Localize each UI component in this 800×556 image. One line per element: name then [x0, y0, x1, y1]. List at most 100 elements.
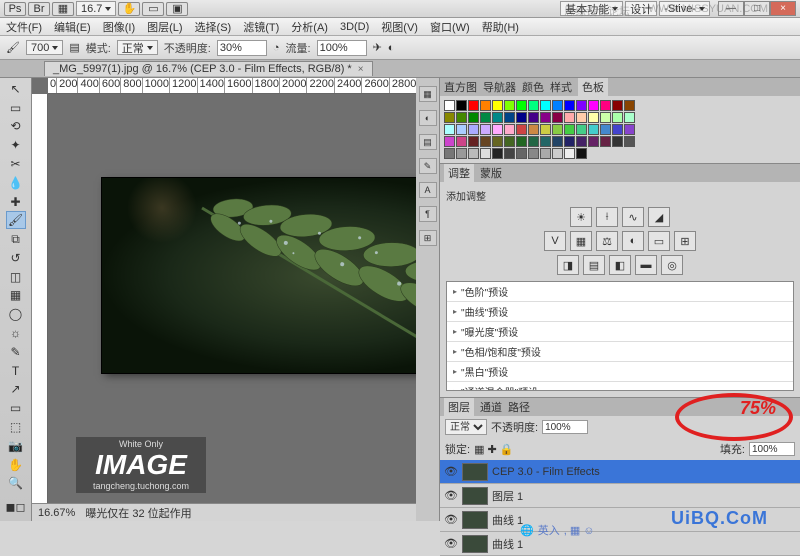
tab-layers[interactable]: 图层: [444, 398, 474, 416]
swatch[interactable]: [552, 136, 563, 147]
zoom-tool[interactable]: 🔍: [6, 474, 26, 492]
pressure-opacity-icon[interactable]: ◔: [273, 42, 280, 54]
preset-item[interactable]: "曲线"预设: [447, 302, 793, 322]
tab-close-icon[interactable]: ×: [358, 64, 364, 75]
swatch[interactable]: [576, 148, 587, 159]
minibridge-icon[interactable]: ▦: [52, 2, 74, 16]
flow-input[interactable]: [317, 40, 367, 56]
swatch[interactable]: [624, 112, 635, 123]
swatch[interactable]: [456, 112, 467, 123]
lock-icons[interactable]: ▦ ✚ 🔒: [474, 443, 513, 456]
adj-threshold-icon[interactable]: ◧: [609, 255, 631, 275]
swatch[interactable]: [540, 124, 551, 135]
wand-tool[interactable]: ✦: [6, 136, 26, 154]
document-tab[interactable]: _MG_5997(1).jpg @ 16.7% (CEP 3.0 - Film …: [44, 61, 373, 76]
adj-hue-icon[interactable]: ▦: [570, 231, 592, 251]
fill-input[interactable]: [749, 442, 795, 456]
adj-curves-icon[interactable]: ∿: [622, 207, 644, 227]
swatch[interactable]: [612, 124, 623, 135]
menu-help[interactable]: 帮助(H): [482, 19, 519, 35]
menu-layer[interactable]: 图层(L): [147, 19, 182, 35]
visibility-icon[interactable]: 👁: [444, 513, 458, 526]
layer-row[interactable]: 👁图层 1: [440, 484, 800, 508]
layer-blend-select[interactable]: 正常: [445, 419, 487, 435]
swatch[interactable]: [480, 148, 491, 159]
swatch[interactable]: [444, 136, 455, 147]
preset-item[interactable]: "色阶"预设: [447, 282, 793, 302]
visibility-icon[interactable]: 👁: [444, 465, 458, 478]
swatch[interactable]: [552, 112, 563, 123]
swatch[interactable]: [468, 112, 479, 123]
swatch[interactable]: [600, 100, 611, 111]
tab-swatches[interactable]: 色板: [578, 78, 608, 96]
adj-photo-icon[interactable]: ▭: [648, 231, 670, 251]
strip-icon-7[interactable]: ⊞: [419, 230, 437, 246]
swatch[interactable]: [504, 148, 515, 159]
type-tool[interactable]: T: [6, 362, 26, 380]
swatch[interactable]: [588, 100, 599, 111]
tab-color[interactable]: 颜色: [522, 79, 544, 95]
strip-icon-4[interactable]: ✎: [419, 158, 437, 174]
swatch[interactable]: [480, 136, 491, 147]
swatch[interactable]: [624, 100, 635, 111]
swatch[interactable]: [504, 136, 515, 147]
swatch[interactable]: [540, 136, 551, 147]
strip-icon-6[interactable]: ¶: [419, 206, 437, 222]
menu-analysis[interactable]: 分析(A): [291, 19, 328, 35]
preset-item[interactable]: "曝光度"预设: [447, 322, 793, 342]
move-tool[interactable]: ↖: [6, 80, 26, 98]
bridge-icon[interactable]: Br: [28, 2, 50, 16]
swatch[interactable]: [540, 100, 551, 111]
swatch[interactable]: [444, 148, 455, 159]
swatch[interactable]: [468, 124, 479, 135]
layer-row[interactable]: 👁CEP 3.0 - Film Effects: [440, 460, 800, 484]
swatch[interactable]: [576, 136, 587, 147]
swatch[interactable]: [492, 148, 503, 159]
stamp-tool[interactable]: ⧉: [6, 230, 26, 248]
ps-icon[interactable]: Ps: [4, 2, 26, 16]
swatch[interactable]: [540, 112, 551, 123]
tab-styles[interactable]: 样式: [550, 79, 572, 95]
swatch[interactable]: [564, 100, 575, 111]
swatch[interactable]: [480, 112, 491, 123]
swatch[interactable]: [576, 124, 587, 135]
swatch[interactable]: [504, 100, 515, 111]
swatch[interactable]: [600, 136, 611, 147]
swatch[interactable]: [624, 136, 635, 147]
swatch[interactable]: [468, 100, 479, 111]
swatch[interactable]: [564, 112, 575, 123]
swatch[interactable]: [588, 136, 599, 147]
adj-brightness-icon[interactable]: ☀: [570, 207, 592, 227]
history-brush-tool[interactable]: ↺: [6, 249, 26, 267]
hand-icon[interactable]: ✋: [118, 2, 140, 16]
preset-item[interactable]: "黑白"预设: [447, 362, 793, 382]
swatch[interactable]: [552, 148, 563, 159]
swatch[interactable]: [528, 124, 539, 135]
swatch[interactable]: [564, 148, 575, 159]
blend-mode-select[interactable]: 正常: [117, 40, 158, 55]
strip-icon-1[interactable]: ▦: [419, 86, 437, 102]
crop-tool[interactable]: ✂: [6, 155, 26, 173]
menu-filter[interactable]: 滤镜(T): [243, 19, 279, 35]
swatch[interactable]: [468, 136, 479, 147]
strip-icon-5[interactable]: A: [419, 182, 437, 198]
preset-item[interactable]: "色相/饱和度"预设: [447, 342, 793, 362]
layer-row[interactable]: 👁曲线 1: [440, 532, 800, 556]
ime-indicator[interactable]: 🌐英入, ▦ ☺: [520, 522, 595, 538]
swatch[interactable]: [588, 112, 599, 123]
pressure-size-icon[interactable]: ◐: [388, 42, 395, 54]
strip-icon-2[interactable]: ◐: [419, 110, 437, 126]
airbrush-icon[interactable]: ✈: [373, 41, 382, 54]
adj-bw-icon[interactable]: ◐: [622, 231, 644, 251]
adj-gradient-icon[interactable]: ▬: [635, 255, 657, 275]
opacity-input[interactable]: [217, 40, 267, 56]
color-swap[interactable]: ◼◻: [6, 493, 26, 521]
blur-tool[interactable]: ◯: [6, 305, 26, 323]
swatch[interactable]: [480, 124, 491, 135]
path-tool[interactable]: ↗: [6, 381, 26, 399]
tab-paths[interactable]: 路径: [508, 399, 530, 415]
swatch[interactable]: [504, 112, 515, 123]
marquee-tool[interactable]: ▭: [6, 99, 26, 117]
eyedropper-tool[interactable]: 💧: [6, 174, 26, 192]
menu-edit[interactable]: 编辑(E): [54, 19, 91, 35]
